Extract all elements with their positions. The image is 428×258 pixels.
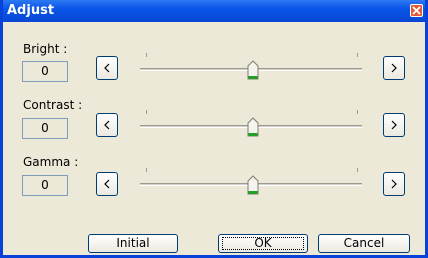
contrast-max-tick <box>357 110 358 114</box>
bright-label: Bright : <box>23 42 68 56</box>
window-title: Adjust <box>7 3 55 18</box>
bright-min-tick <box>146 53 147 57</box>
bright-decrease-button[interactable] <box>96 56 118 80</box>
bright-slider-thumb[interactable] <box>247 60 259 80</box>
contrast-slider-thumb[interactable] <box>247 117 259 137</box>
chevron-left-icon <box>104 120 110 130</box>
gamma-increase-button[interactable] <box>383 172 405 196</box>
gamma-value: 0 <box>22 175 68 196</box>
close-button[interactable] <box>410 4 423 17</box>
chevron-right-icon <box>391 179 397 189</box>
focus-rectangle <box>222 237 304 250</box>
chevron-left-icon <box>104 63 110 73</box>
gamma-label: Gamma : <box>23 155 79 169</box>
gamma-decrease-button[interactable] <box>96 172 118 196</box>
contrast-increase-button[interactable] <box>383 113 405 137</box>
bright-value: 0 <box>22 61 68 82</box>
bright-increase-button[interactable] <box>383 56 405 80</box>
ok-button[interactable]: OK <box>218 234 308 253</box>
contrast-label: Contrast : <box>23 98 83 112</box>
adjust-dialog: Adjust Bright : 0 Contrast : 0 Gamma : 0 <box>0 0 428 258</box>
chevron-left-icon <box>104 179 110 189</box>
close-icon <box>412 6 421 15</box>
chevron-right-icon <box>391 63 397 73</box>
contrast-min-tick <box>146 110 147 114</box>
cancel-button[interactable]: Cancel <box>318 234 410 253</box>
chevron-right-icon <box>391 120 397 130</box>
bright-max-tick <box>357 53 358 57</box>
contrast-value: 0 <box>22 118 68 139</box>
gamma-min-tick <box>146 168 147 172</box>
title-bar[interactable]: Adjust <box>3 0 425 22</box>
gamma-slider-thumb[interactable] <box>247 175 259 195</box>
gamma-max-tick <box>357 168 358 172</box>
initial-button[interactable]: Initial <box>88 234 178 253</box>
contrast-decrease-button[interactable] <box>96 113 118 137</box>
